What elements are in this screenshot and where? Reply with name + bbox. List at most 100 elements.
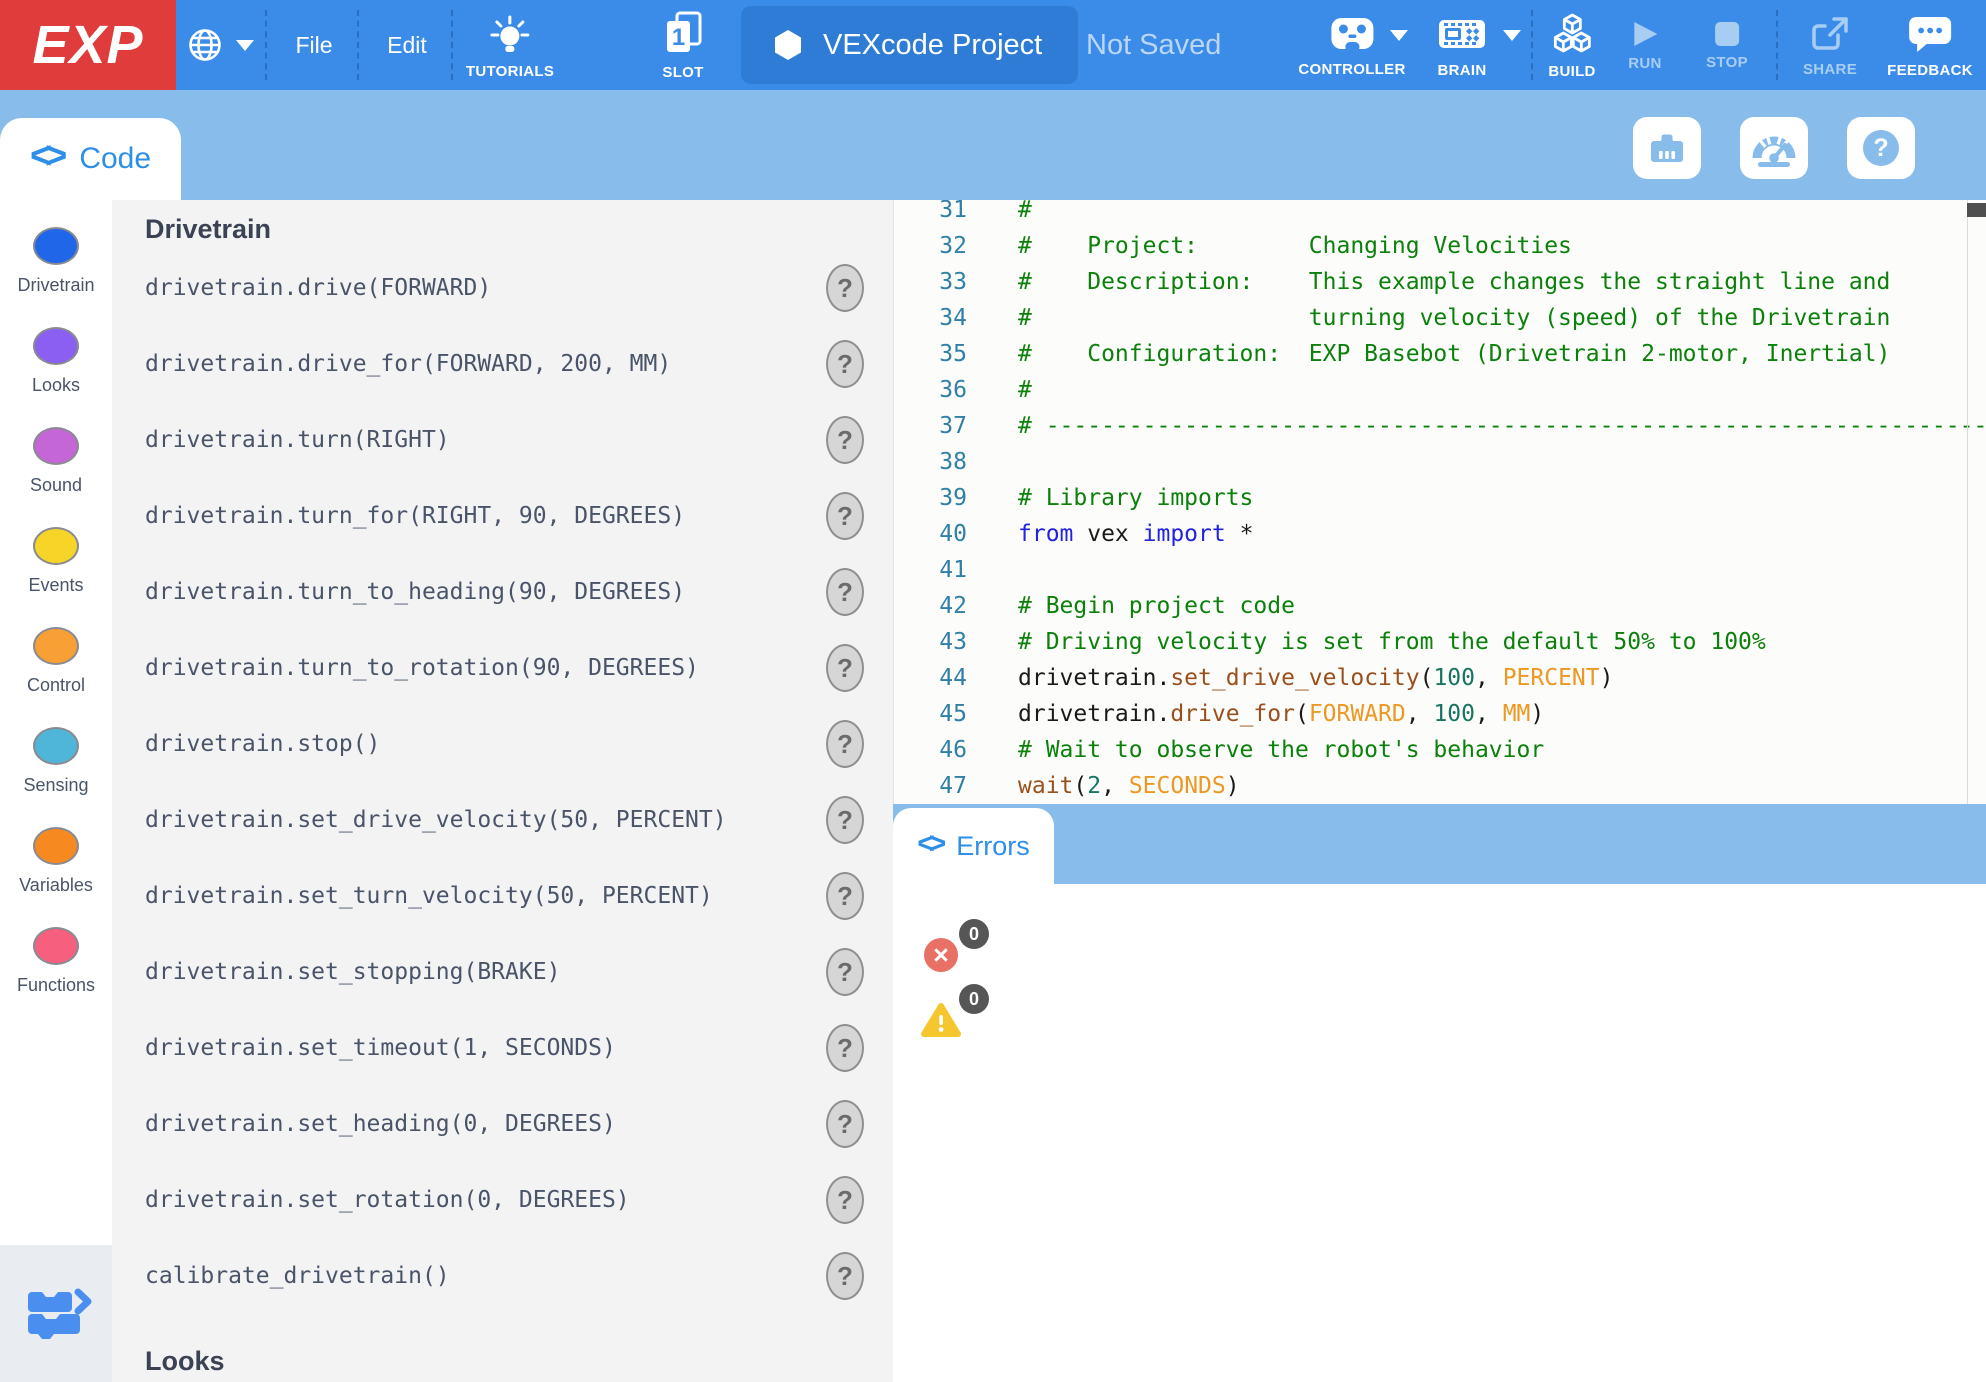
brain-button[interactable]: BRAIN bbox=[1436, 0, 1488, 90]
command-code: drivetrain.set_turn_velocity(50, PERCENT… bbox=[145, 883, 713, 909]
errors-panel: × 0 0 bbox=[893, 884, 1986, 1382]
help-button[interactable]: ? bbox=[1847, 117, 1915, 179]
file-menu[interactable]: File bbox=[295, 0, 332, 90]
category-label: Sensing bbox=[0, 775, 112, 796]
help-icon[interactable]: ? bbox=[826, 644, 864, 692]
code-line: 37# ------------------------------------… bbox=[894, 408, 1986, 444]
code-line: 42 # Begin project code bbox=[894, 588, 1986, 624]
errors-brackets-icon: <> bbox=[917, 827, 946, 861]
category-color-dot bbox=[33, 527, 79, 565]
command-code: drivetrain.turn_to_heading(90, DEGREES) bbox=[145, 579, 685, 605]
category-label: Variables bbox=[0, 875, 112, 896]
category-color-dot bbox=[33, 727, 79, 765]
help-icon[interactable]: ? bbox=[826, 948, 864, 996]
code-line: 31# bbox=[894, 200, 1986, 228]
code-line: 46# Wait to observe the robot's behavior bbox=[894, 732, 1986, 768]
stop-button[interactable]: STOP bbox=[1706, 0, 1748, 90]
help-icon[interactable]: ? bbox=[826, 1024, 864, 1072]
globe-icon bbox=[186, 26, 224, 64]
sidebar-item-looks[interactable]: Looks bbox=[0, 327, 112, 396]
command-code: drivetrain.stop() bbox=[145, 731, 380, 757]
sidebar-item-variables[interactable]: Variables bbox=[0, 827, 112, 896]
share-button[interactable]: SHARE bbox=[1803, 0, 1857, 90]
code-text: # Begin project code bbox=[1018, 588, 1295, 624]
help-icon[interactable]: ? bbox=[826, 720, 864, 768]
command-item[interactable]: drivetrain.set_timeout(1, SECONDS)? bbox=[112, 1010, 893, 1086]
command-code: drivetrain.set_timeout(1, SECONDS) bbox=[145, 1035, 616, 1061]
help-icon[interactable]: ? bbox=[826, 872, 864, 920]
command-item[interactable]: drivetrain.drive_for(FORWARD, 200, MM)? bbox=[112, 326, 893, 402]
line-number: 47 bbox=[894, 768, 967, 804]
lightbulb-icon bbox=[488, 11, 532, 57]
edit-menu[interactable]: Edit bbox=[387, 0, 427, 90]
controller-chevron-down-icon[interactable] bbox=[1390, 30, 1408, 41]
project-name: VEXcode Project bbox=[823, 29, 1042, 62]
category-label: Looks bbox=[0, 375, 112, 396]
command-item[interactable]: drivetrain.set_stopping(BRAKE)? bbox=[112, 934, 893, 1010]
command-item[interactable]: drivetrain.set_turn_velocity(50, PERCENT… bbox=[112, 858, 893, 934]
command-item[interactable]: drivetrain.turn(RIGHT)? bbox=[112, 402, 893, 478]
controller-button[interactable]: CONTROLLER bbox=[1298, 0, 1405, 90]
sidebar-item-sound[interactable]: Sound bbox=[0, 427, 112, 496]
switch-to-blocks-button[interactable] bbox=[0, 1245, 112, 1382]
save-status: Not Saved bbox=[1086, 0, 1221, 90]
command-item[interactable]: drivetrain.turn_to_rotation(90, DEGREES)… bbox=[112, 630, 893, 706]
help-icon[interactable]: ? bbox=[826, 796, 864, 844]
code-line: 36# bbox=[894, 372, 1986, 408]
command-item[interactable]: drivetrain.stop()? bbox=[112, 706, 893, 782]
scrollbar-track[interactable] bbox=[1967, 200, 1968, 804]
code-editor[interactable]: 31#32# Project: Changing Velocities33# D… bbox=[893, 200, 1986, 804]
help-icon[interactable]: ? bbox=[826, 1176, 864, 1224]
build-button[interactable]: BUILD bbox=[1548, 0, 1595, 90]
category-label: Drivetrain bbox=[0, 275, 112, 296]
category-sidebar: Drivetrain Looks Sound Events Control Sensing… bbox=[0, 200, 112, 1382]
controller-icon bbox=[1326, 13, 1378, 55]
svg-text:1: 1 bbox=[672, 24, 685, 51]
run-play-icon bbox=[1630, 19, 1660, 49]
sidebar-item-events[interactable]: Events bbox=[0, 527, 112, 596]
tab-errors[interactable]: <> Errors bbox=[893, 808, 1054, 884]
device-info-button[interactable] bbox=[1633, 117, 1701, 179]
language-menu[interactable] bbox=[186, 0, 254, 90]
scrollbar-thumb[interactable] bbox=[1967, 203, 1986, 217]
dashboard-button[interactable] bbox=[1740, 117, 1808, 179]
run-button[interactable]: RUN bbox=[1628, 0, 1661, 90]
help-icon[interactable]: ? bbox=[826, 568, 864, 616]
sidebar-item-sensing[interactable]: Sensing bbox=[0, 727, 112, 796]
line-number: 41 bbox=[894, 552, 967, 588]
help-icon[interactable]: ? bbox=[826, 264, 864, 312]
command-item[interactable]: drivetrain.turn_for(RIGHT, 90, DEGREES)? bbox=[112, 478, 893, 554]
menu-divider bbox=[451, 10, 453, 80]
sidebar-item-drivetrain[interactable]: Drivetrain bbox=[0, 227, 112, 296]
sidebar-item-control[interactable]: Control bbox=[0, 627, 112, 696]
help-icon[interactable]: ? bbox=[826, 1100, 864, 1148]
code-line: 35# Configuration: EXP Basebot (Drivetra… bbox=[894, 336, 1986, 372]
help-icon[interactable]: ? bbox=[826, 492, 864, 540]
command-group-header-next: Looks bbox=[145, 1346, 225, 1377]
line-number: 44 bbox=[894, 660, 967, 696]
feedback-button[interactable]: FEEDBACK bbox=[1887, 0, 1973, 90]
tutorials-button[interactable]: TUTORIALS bbox=[466, 0, 554, 90]
category-color-dot bbox=[33, 827, 79, 865]
slot-button[interactable]: 1 SLOT bbox=[659, 0, 707, 90]
help-icon[interactable]: ? bbox=[826, 1252, 864, 1300]
command-item[interactable]: drivetrain.set_heading(0, DEGREES)? bbox=[112, 1086, 893, 1162]
command-item[interactable]: drivetrain.drive(FORWARD)? bbox=[112, 250, 893, 326]
brain-chevron-down-icon[interactable] bbox=[1503, 30, 1521, 41]
menu-divider bbox=[1531, 10, 1533, 80]
sidebar-item-functions[interactable]: Functions bbox=[0, 927, 112, 996]
help-icon[interactable]: ? bbox=[826, 416, 864, 464]
code-line: 40from vex import * bbox=[894, 516, 1986, 552]
question-mark-icon: ? bbox=[1863, 130, 1899, 166]
project-name-button[interactable]: VEXcode Project bbox=[741, 6, 1078, 84]
command-item[interactable]: calibrate_drivetrain()? bbox=[112, 1238, 893, 1314]
command-item[interactable]: drivetrain.set_rotation(0, DEGREES)? bbox=[112, 1162, 893, 1238]
code-line: 41 bbox=[894, 552, 1986, 588]
command-code: drivetrain.set_rotation(0, DEGREES) bbox=[145, 1187, 630, 1213]
code-line: 38 bbox=[894, 444, 1986, 480]
line-number: 42 bbox=[894, 588, 967, 624]
tab-code[interactable]: <> Code bbox=[0, 118, 181, 200]
command-item[interactable]: drivetrain.turn_to_heading(90, DEGREES)? bbox=[112, 554, 893, 630]
help-icon[interactable]: ? bbox=[826, 340, 864, 388]
command-item[interactable]: drivetrain.set_drive_velocity(50, PERCEN… bbox=[112, 782, 893, 858]
